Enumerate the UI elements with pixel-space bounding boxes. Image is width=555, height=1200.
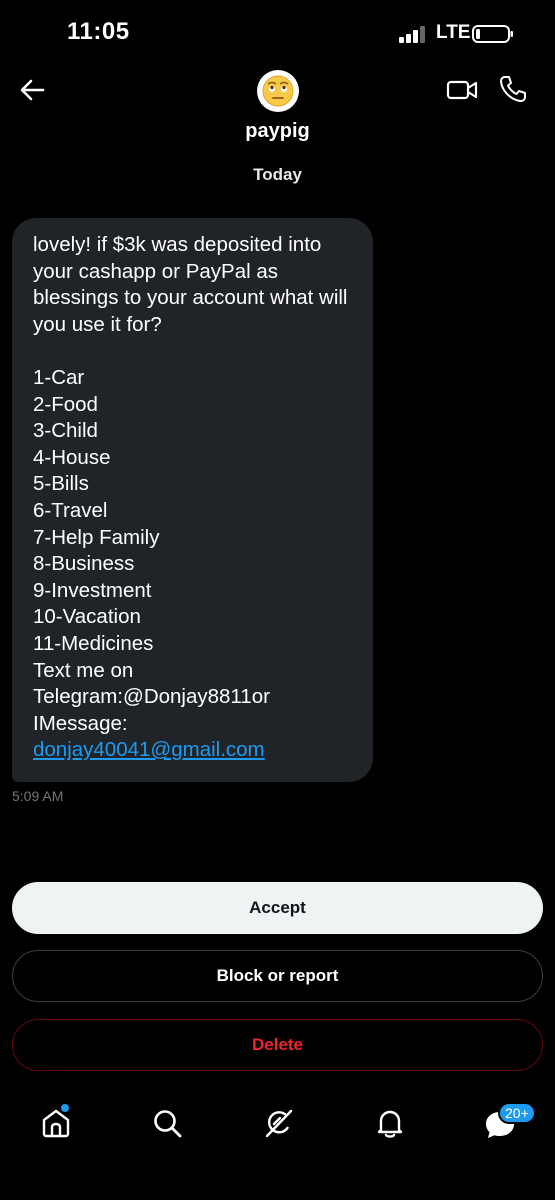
message-text: lovely! if $3k was deposited into your c… [33, 233, 348, 735]
home-icon[interactable] [39, 1106, 73, 1140]
home-notification-dot [61, 1104, 69, 1112]
block-or-report-button[interactable]: Block or report [12, 950, 543, 1002]
network-label: LTE [436, 22, 471, 43]
date-divider: Today [253, 165, 302, 184]
back-arrow-icon[interactable] [18, 76, 46, 104]
emoji-avatar-icon [262, 75, 294, 107]
video-call-icon[interactable] [446, 76, 478, 104]
accept-button[interactable]: Accept [12, 882, 543, 934]
message-bubble[interactable]: lovely! if $3k was deposited into your c… [12, 218, 373, 782]
messages-badge: 20+ [498, 1102, 536, 1124]
email-link[interactable]: donjay40041@gmail.com [33, 737, 355, 764]
phone-call-icon[interactable] [498, 74, 528, 104]
delete-button[interactable]: Delete [12, 1019, 543, 1071]
search-icon[interactable] [150, 1106, 184, 1140]
avatar[interactable] [257, 70, 299, 112]
signal-icon [399, 26, 425, 43]
bell-icon[interactable] [373, 1106, 407, 1140]
grok-icon[interactable] [262, 1106, 296, 1140]
conversation-title[interactable]: paypig [0, 120, 555, 143]
status-time: 11:05 [67, 18, 130, 45]
battery-icon [472, 25, 513, 43]
message-timestamp: 5:09 AM [12, 788, 64, 804]
